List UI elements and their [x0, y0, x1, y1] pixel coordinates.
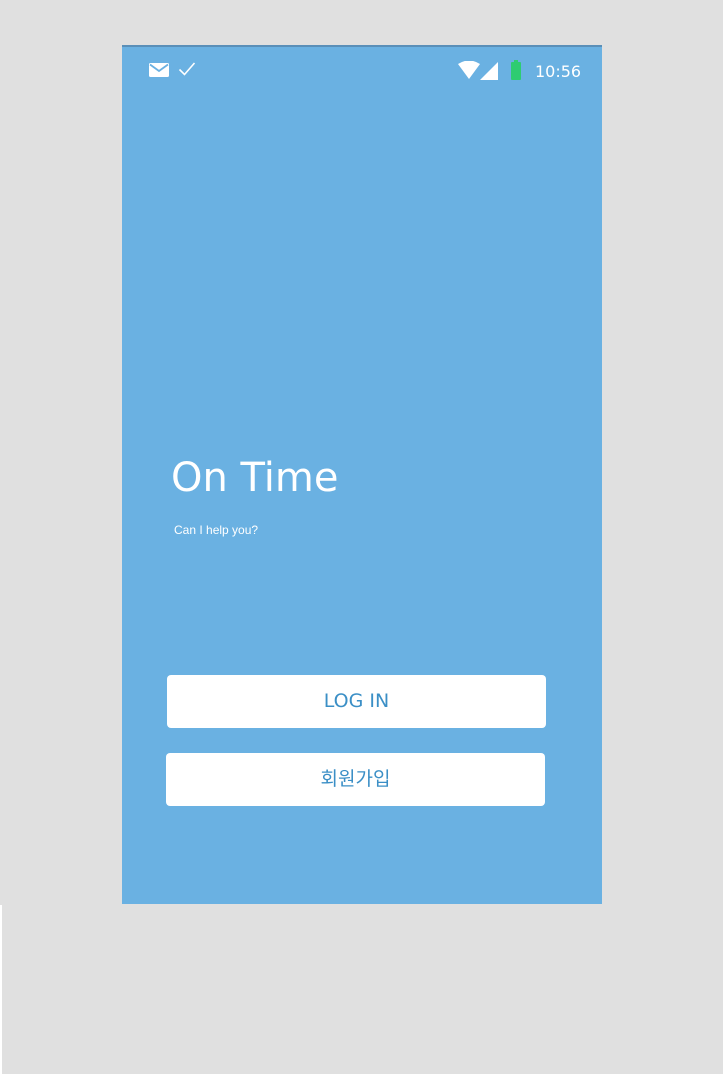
wifi-icon: [458, 61, 480, 79]
app-screen: 10:56 On Time Can I help you? LOG IN 회원가…: [122, 45, 602, 904]
signal-icon: [480, 62, 498, 80]
battery-icon: [511, 60, 521, 80]
app-subtitle: Can I help you?: [174, 523, 259, 537]
status-time: 10:56: [535, 62, 582, 81]
signup-button[interactable]: 회원가입: [166, 753, 545, 806]
status-bar: 10:56: [122, 47, 602, 99]
mail-icon: [149, 63, 169, 77]
login-button[interactable]: LOG IN: [167, 675, 546, 728]
check-icon: [178, 62, 196, 76]
left-edge-line: [0, 905, 2, 1074]
app-title: On Time: [171, 455, 339, 501]
